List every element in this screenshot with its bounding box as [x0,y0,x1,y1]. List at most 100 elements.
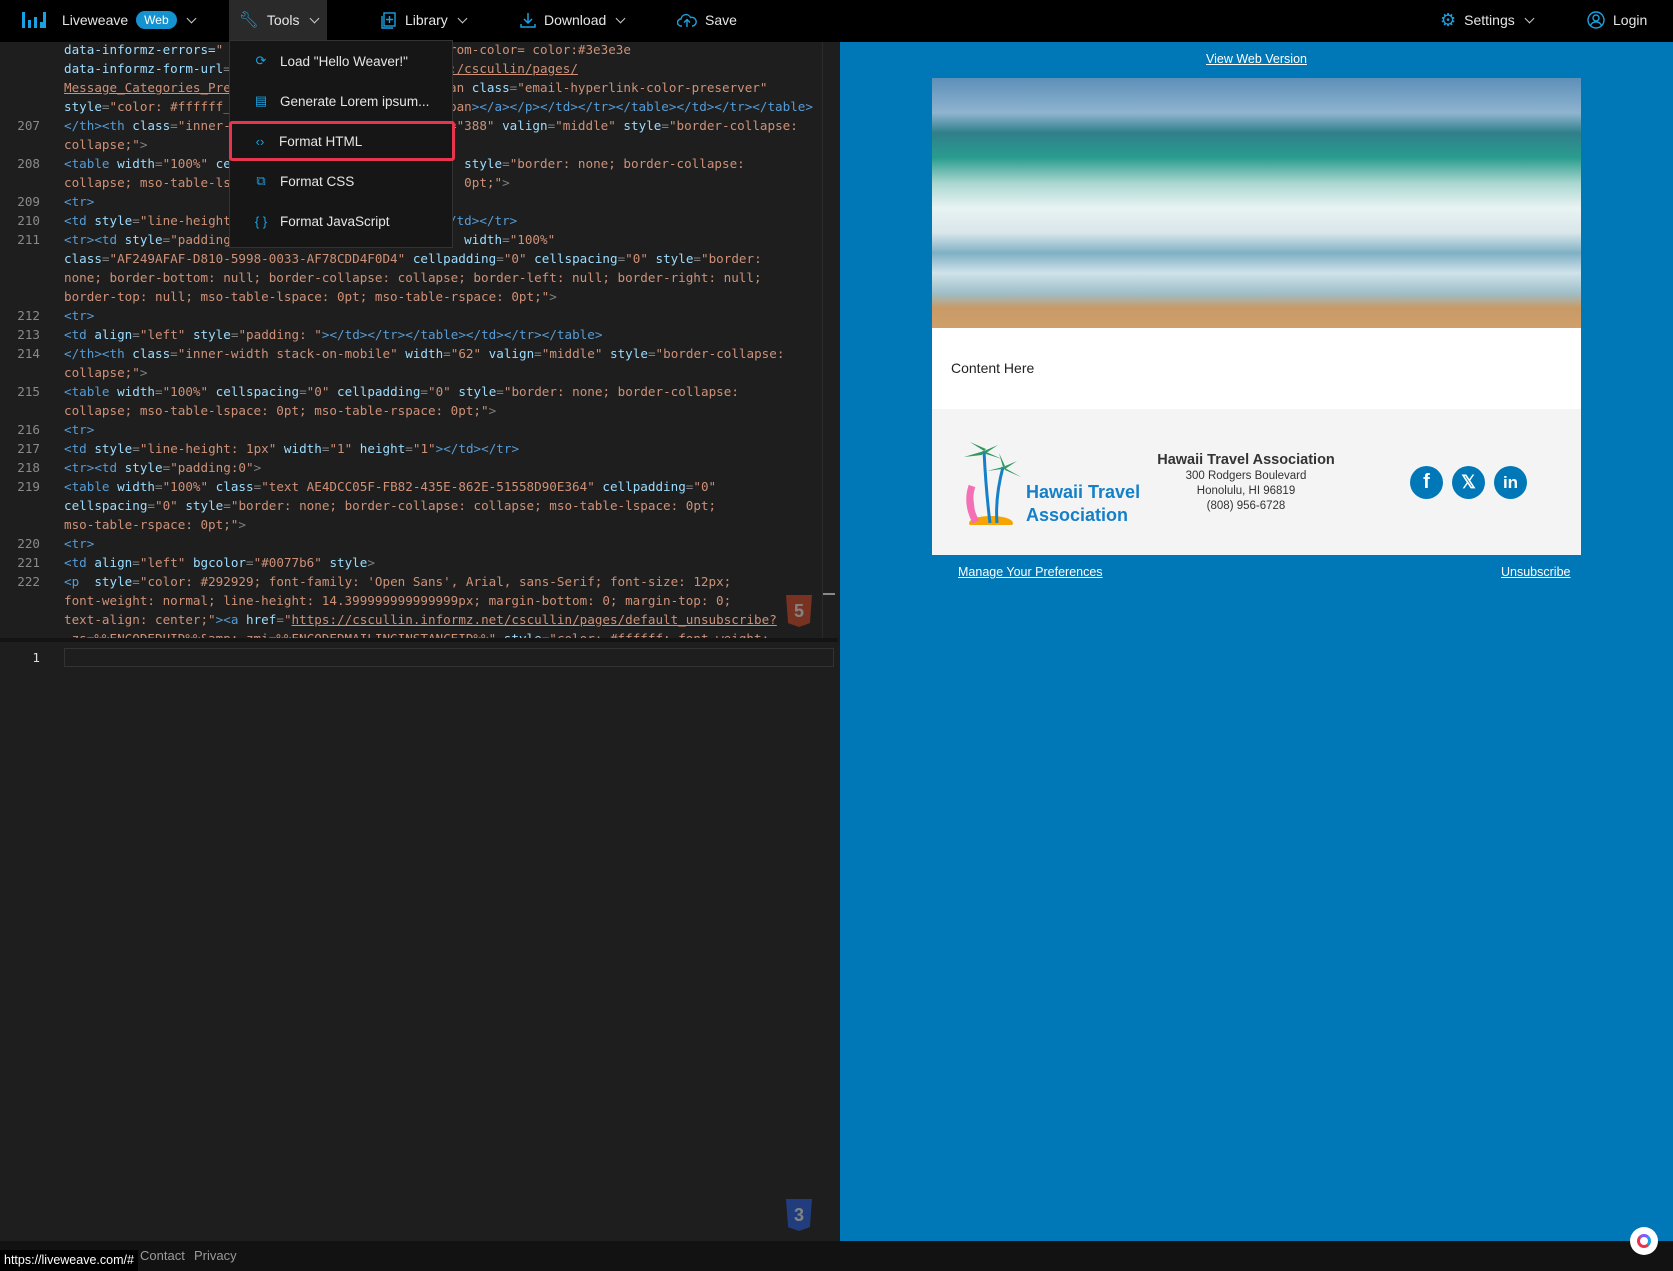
facebook-icon[interactable]: f [1410,466,1443,499]
menu-item-format-html[interactable]: ‹› Format HTML [229,121,455,161]
linkedin-icon[interactable]: in [1494,466,1527,499]
line-number: 221 [17,555,40,570]
code-token: style [504,631,542,638]
code-text: <td style="line-height [64,211,231,230]
current-line[interactable] [64,648,834,667]
liveweave-logo-icon [22,12,46,28]
code-token: height [359,441,406,456]
code-line[interactable]: 213 <td align="left" style="padding: "></… [0,325,822,344]
code-text-right: style="border: none; border-collapse: [449,154,745,173]
code-token: = [170,346,178,361]
login-button[interactable]: Login [1587,0,1647,40]
code-token: <tr> [64,536,95,551]
css-editor-pane[interactable]: 1 3 [0,638,838,1241]
code-token: "1" [329,441,360,456]
code-token: ><a [215,612,246,627]
code-line[interactable]: 220 <tr> [0,534,822,553]
code-token: "100%" [162,156,216,171]
code-line[interactable]: text-align: center;"><a href="https://cs… [0,610,822,629]
document-icon: ▤ [254,93,268,108]
code-line[interactable]: collapse; mso-table-lspace: 0pt; mso-tab… [0,401,822,420]
code-token: "left" [139,555,193,570]
code-token: cellspacing [534,251,618,266]
line-number: 1 [32,650,40,665]
scrollbar-thumb[interactable] [823,593,835,595]
tools-menu-button[interactable]: 🔧︎ Tools [229,0,327,40]
code-text: text-align: center;"><a href="https://cs… [64,610,777,629]
settings-menu-button[interactable]: ⚙ Settings [1440,0,1535,40]
code-token: _zs=%%ENCODEDUID%%&amp;_zmi=%%ENCODEDMAI… [64,631,489,638]
code-token: > [367,555,375,570]
code-text: <td style="line-height: 1px" width="1" h… [64,439,519,458]
code-text: <tr> [64,192,94,211]
phone: (808) 956-6728 [1206,500,1286,512]
code-line[interactable]: 214 </th><th class="inner-width stack-on-… [0,344,822,363]
code-token: "0" [693,479,717,494]
bottom-bar: https://liveweave.com/# Contact Privacy [0,1227,1673,1271]
code-line[interactable]: border-top: null; mso-table-lspace: 0pt;… [0,287,822,306]
code-token: width [117,479,155,494]
code-text: Message_Categories_Pre [64,78,231,97]
code-line[interactable]: none; border-bottom: null; border-collap… [0,268,822,287]
code-text: <tr><td style="padding [64,230,231,249]
view-web-version-link[interactable]: View Web Version [1206,52,1307,66]
contact-link[interactable]: Contact [140,1248,185,1263]
code-line[interactable]: 219 <table width="100%" class="text AE4DC… [0,477,822,496]
preview-pane: View Web Version Content Here Hawaii Tra… [840,42,1673,1241]
menu-item-generate-lorem-ipsum[interactable]: ▤ Generate Lorem ipsum... [230,81,454,121]
code-token: Message_Categories_Pre [64,80,231,95]
code-token: "0" [503,251,535,266]
chevron-down-icon [615,13,626,23]
code-line[interactable]: 217 <td style="line-height: 1px" width="1… [0,439,822,458]
code-line[interactable]: mso-table-rspace: 0pt;"> [0,515,822,534]
code-token: <p [64,574,95,589]
code-token: = [155,384,163,399]
editor-scrollbar[interactable] [822,42,838,638]
code-text: <table width="100%" class="text AE4DCC05… [64,477,716,496]
code-line[interactable]: 216 <tr> [0,420,822,439]
code-icon: ‹› [255,133,265,149]
code-line[interactable]: 218 <tr><td style="padding:0"> [0,458,822,477]
settings-label: Settings [1464,12,1515,28]
brand-name: Liveweave [62,12,129,28]
save-label: Save [705,12,737,28]
download-menu-button[interactable]: Download [520,0,626,40]
code-line[interactable]: 215 <table width="100%" cellspacing="0" c… [0,382,822,401]
save-button[interactable]: Save [677,0,737,40]
code-token: bgcolor [192,555,247,570]
code-text: </th><th class="inner- [64,116,231,135]
code-line[interactable]: collapse;"> [0,363,822,382]
code-token: <td [64,555,95,570]
menu-item-load-hello-weaver[interactable]: ⟳ Load "Hello Weaver!" [230,41,454,81]
library-menu-button[interactable]: Library [381,0,468,40]
code-line[interactable]: class="AF249AFAF-D810-5998-0033-AF78CDD4… [0,249,822,268]
code-token: = [155,479,163,494]
menu-item-format-javascript[interactable]: { } Format JavaScript [230,201,454,241]
code-line[interactable]: 222 <p style="color: #292929; font-family… [0,572,822,591]
x-twitter-icon[interactable]: 𝕏 [1452,466,1485,499]
code-token: <tr> [64,308,95,323]
code-token: <td [64,213,95,228]
code-token: collapse; mso-table-ls [64,175,231,190]
code-line[interactable]: font-weight: normal; line-height: 14.399… [0,591,822,610]
privacy-link[interactable]: Privacy [194,1248,237,1263]
code-text: mso-table-rspace: 0pt;"> [64,515,246,534]
code-token: "line-height: 1px" [139,441,284,456]
chat-widget-icon[interactable] [1630,1227,1658,1255]
brand-menu[interactable]: Liveweave Web [22,0,197,40]
hawaii-travel-logo: Hawaii Travel Association [958,441,1148,531]
manage-preferences-link[interactable]: Manage Your Preferences [958,565,1103,579]
code-token: > [139,365,148,380]
unsubscribe-link[interactable]: Unsubscribe [1501,565,1570,579]
code-token: = [246,555,254,570]
code-token: "border: none; border-collapse: collapse… [230,498,717,513]
code-line[interactable]: _zs=%%ENCODEDUID%%&amp;_zmi=%%ENCODEDMAI… [0,629,822,638]
code-line[interactable]: 221 <td align="left" bgcolor="#0077b6" st… [0,553,822,572]
code-line[interactable]: 212 <tr> [0,306,822,325]
code-line[interactable]: cellspacing="0" style="border: none; bor… [0,496,822,515]
code-token: "color: #292929; font-family: 'Open Sans… [139,574,732,589]
menu-item-format-css[interactable]: ⧉ Format CSS [230,161,454,201]
code-text: <p style="color: #292929; font-family: '… [64,572,731,591]
chevron-down-icon [309,13,319,23]
wrench-icon: 🔧︎ [238,12,259,29]
